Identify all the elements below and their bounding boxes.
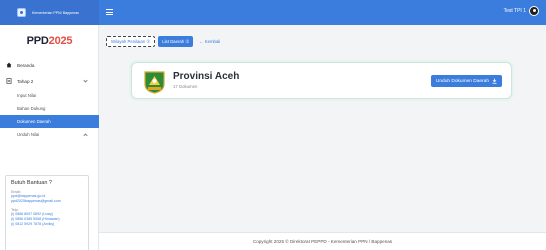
bappenas-logo-icon [17, 8, 26, 17]
download-documents-button[interactable]: Unduh Dokumen Daerah [430, 75, 502, 87]
chevron-up-icon [83, 133, 88, 138]
sidebar-item-label: Beranda [17, 62, 35, 68]
tab-list-daerah[interactable]: List Daerah ① [158, 36, 194, 47]
sidebar-item-label: Tahap 2 [17, 78, 34, 84]
sidebar-subitem-input-nilai[interactable]: Input Nilai [0, 89, 99, 102]
help-box: Butuh Bantuan ? Email: ppd@bappenas.go.i… [5, 175, 89, 250]
back-link[interactable]: ← Kembali [199, 39, 220, 44]
user-avatar-icon[interactable] [529, 6, 539, 16]
sidebar-subitem-label: Unduh Nilai [17, 132, 40, 137]
breadcrumb-tabs: Wilayah Penilaian ① List Daerah ① ← Kemb… [106, 36, 220, 47]
sidebar-subitem-dokumen-daerah[interactable]: Dokumen Daerah [0, 115, 99, 128]
chevron-down-icon [83, 78, 88, 83]
document-count: 17 Dokumen [173, 84, 198, 89]
brand-text: Kementerian PPN/ Bappenas [32, 10, 79, 15]
app-logo-year: 2025 [48, 35, 73, 47]
main-content: Wilayah Penilaian ① List Daerah ① ← Kemb… [99, 25, 546, 250]
tab-wilayah-penilaian[interactable]: Wilayah Penilaian ① [106, 36, 156, 47]
copyright-text: Copyright 2025 © Direktorat PEPPD - Keme… [252, 239, 393, 244]
sidebar-item-beranda[interactable]: Beranda [0, 58, 99, 72]
document-icon [6, 78, 12, 84]
download-button-label: Unduh Dokumen Daerah [435, 78, 489, 84]
help-email-link[interactable]: ppd2025bappenas@gmail.com [11, 199, 83, 204]
region-title: Provinsi Aceh [173, 71, 240, 82]
menu-toggle-icon[interactable] [106, 9, 113, 15]
app-logo-name: PPD [26, 35, 49, 47]
sidebar-subitem-bahan-dukung[interactable]: Bahan Dukung [0, 102, 99, 115]
download-icon [492, 78, 497, 84]
sidebar-subitem-label: Bahan Dukung [17, 106, 46, 111]
app-logo: PPD2025 [0, 35, 99, 47]
sidebar-item-tahap-2[interactable]: Tahap 2 [0, 74, 99, 88]
home-icon [6, 62, 12, 68]
footer: Copyright 2025 © Direktorat PEPPD - Keme… [99, 232, 546, 250]
help-title: Butuh Bantuan ? [11, 180, 52, 186]
aceh-emblem-icon [144, 71, 165, 94]
user-name: Test TPI 1 [503, 8, 526, 14]
sidebar-subitem-unduh-nilai[interactable]: Unduh Nilai [0, 128, 99, 141]
sidebar: PPD2025 Beranda Tahap 2 Input Nilai Baha… [0, 25, 99, 250]
region-card: Provinsi Aceh 17 Dokumen Unduh Dokumen D… [131, 62, 512, 99]
sidebar-subitem-label: Input Nilai [17, 93, 37, 98]
brand[interactable]: Kementerian PPN/ Bappenas [0, 0, 99, 25]
top-bar: Kementerian PPN/ Bappenas Test TPI 1 [0, 0, 546, 25]
sidebar-subitem-label: Dokumen Daerah [17, 119, 51, 124]
help-phone-link[interactable]: (i) 0812 5929 7878 (Arviky) [11, 222, 83, 227]
user-menu[interactable]: Test TPI 1 [504, 6, 539, 16]
